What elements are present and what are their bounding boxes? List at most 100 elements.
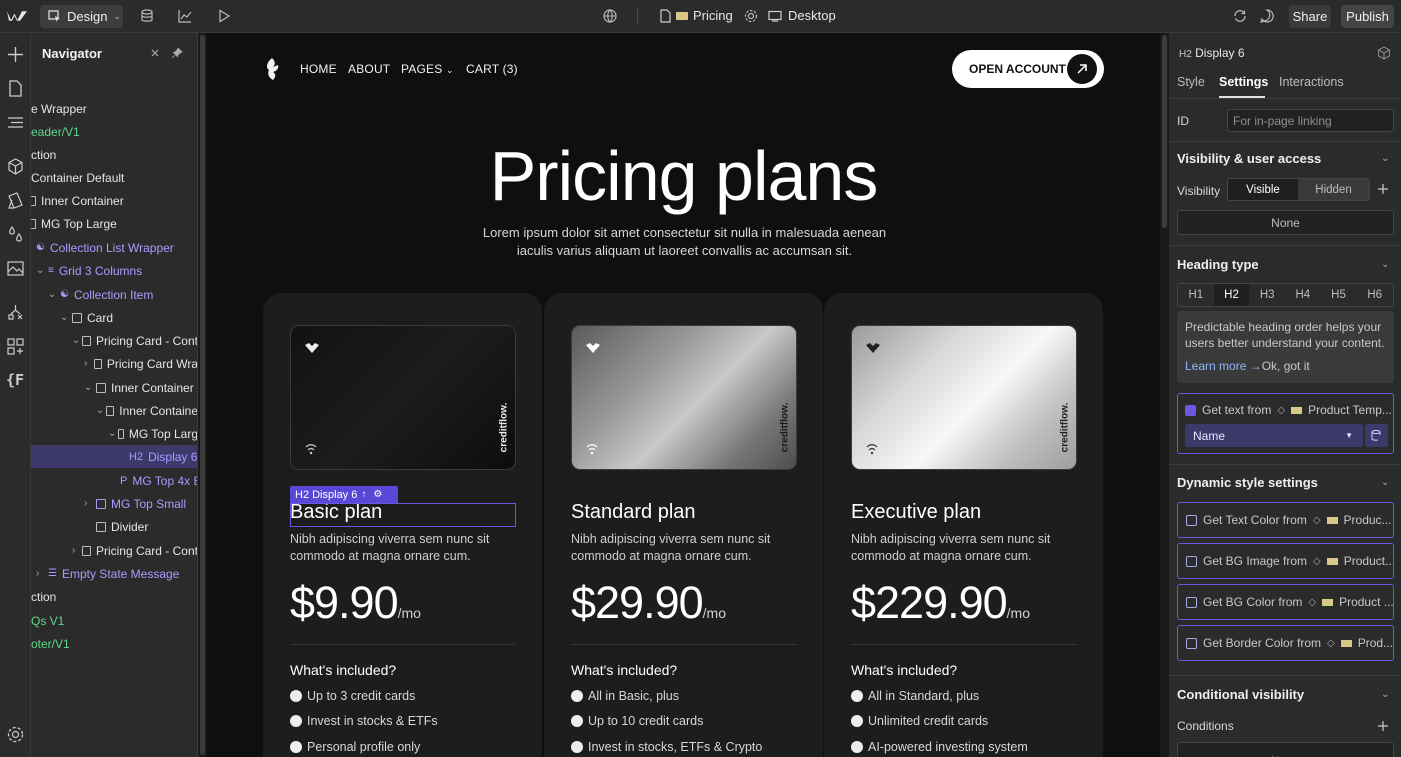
tree-item[interactable]: › MG Top Small <box>31 492 197 515</box>
element-settings-gear-icon[interactable]: ⚙ <box>373 489 382 500</box>
chevron-right-icon[interactable]: › <box>36 568 46 579</box>
checkbox-icon[interactable] <box>1186 514 1197 526</box>
chevron-down-icon[interactable]: ⌄ <box>96 405 104 416</box>
tree-item[interactable]: ction <box>31 585 197 608</box>
variables-braces-icon[interactable]: {F <box>6 371 24 389</box>
chevron-down-icon[interactable]: ⌄ <box>1381 477 1389 488</box>
tree-item[interactable]: oter/V1 <box>31 632 197 655</box>
heading-h1[interactable]: H1 <box>1178 284 1214 306</box>
logic-flow-icon[interactable] <box>6 303 25 322</box>
tree-item[interactable]: ⌄ ≡ Grid 3 Columns <box>31 259 197 282</box>
tree-item[interactable]: ⌄ MG Top Larg <box>31 422 197 445</box>
visibility-toggle[interactable]: Visible Hidden <box>1227 178 1370 201</box>
add-plus-icon[interactable] <box>1377 183 1389 195</box>
dynamic-bg-color-option[interactable]: Get BG Color from ◇ Product ... <box>1177 584 1394 620</box>
tree-item[interactable]: ⌄ Inner Containe <box>31 399 197 422</box>
tab-settings[interactable]: Settings <box>1219 75 1268 89</box>
settings-gear-icon[interactable] <box>6 725 25 744</box>
globe-icon[interactable] <box>602 8 618 24</box>
visibility-none-field[interactable]: None <box>1177 210 1394 235</box>
cms-database-icon[interactable] <box>139 8 155 24</box>
preview-play-icon[interactable] <box>216 8 232 24</box>
dynamic-text-color-option[interactable]: Get Text Color from ◇ Produc... <box>1177 502 1394 538</box>
learn-more-link[interactable]: Learn more → <box>1185 359 1262 373</box>
tree-item[interactable]: ⌄ Pricing Card - Cont <box>31 329 197 352</box>
chevron-down-icon[interactable]: ⌄ <box>84 382 94 393</box>
ok-got-it-button[interactable]: Ok, got it <box>1262 359 1310 373</box>
design-canvas[interactable]: HOME ABOUT PAGES ⌄ CART (3) OPEN ACCOUNT… <box>207 33 1160 757</box>
conditional-visibility-section-title[interactable]: Conditional visibility <box>1177 687 1304 702</box>
heading-h4[interactable]: H4 <box>1285 284 1321 306</box>
navigator-scrollbar[interactable] <box>198 33 207 757</box>
tree-item[interactable]: MG Top Large <box>31 212 197 235</box>
chevron-down-icon[interactable]: ⌄ <box>1381 153 1389 164</box>
undo-redo-icon[interactable] <box>1232 8 1248 24</box>
tree-item[interactable]: eader/V1 <box>31 120 197 143</box>
tree-item[interactable]: ction <box>31 143 197 166</box>
webflow-logo-icon[interactable] <box>6 8 28 25</box>
chevron-right-icon[interactable]: › <box>84 498 94 509</box>
select-parent-arrow-icon[interactable]: ↑ <box>361 489 366 500</box>
chevron-right-icon[interactable]: › <box>84 358 92 369</box>
pricing-card[interactable]: creditflow. Standard plan Nibh adipiscin… <box>544 293 823 757</box>
tree-item[interactable]: Divider <box>31 515 197 538</box>
unlink-cms-icon[interactable] <box>1365 424 1388 447</box>
tree-item[interactable]: Qs V1 <box>31 609 197 632</box>
nav-about[interactable]: ABOUT <box>348 62 390 76</box>
heading-h3[interactable]: H3 <box>1249 284 1285 306</box>
chevron-right-icon[interactable]: › <box>72 545 80 556</box>
get-text-from-row[interactable]: Get text from ◇ Product Temp... <box>1185 403 1392 417</box>
pin-icon[interactable] <box>171 47 183 59</box>
tree-item[interactable]: › Pricing Card - Cont <box>31 539 197 562</box>
checkbox-icon[interactable] <box>1186 555 1197 567</box>
tree-item[interactable]: › Pricing Card Wra <box>31 352 197 375</box>
page-selector[interactable]: Pricing <box>660 8 758 23</box>
site-logo-icon[interactable] <box>262 57 282 81</box>
plan-name[interactable]: Standard plan <box>571 501 696 524</box>
dynamic-bg-image-option[interactable]: Get BG Image from ◇ Product... <box>1177 543 1394 579</box>
heading-h5[interactable]: H5 <box>1321 284 1357 306</box>
plan-name[interactable]: Executive plan <box>851 501 981 524</box>
tab-style[interactable]: Style <box>1177 75 1205 89</box>
variables-drops-icon[interactable] <box>6 225 25 244</box>
nav-pages[interactable]: PAGES ⌄ <box>401 62 454 76</box>
canvas-scrollbar[interactable] <box>1160 33 1169 757</box>
chevron-down-icon[interactable]: ⌄ <box>48 289 58 300</box>
chevron-down-icon[interactable]: ⌄ <box>72 335 80 346</box>
apps-icon[interactable] <box>6 337 25 356</box>
pages-icon[interactable] <box>6 79 25 98</box>
publish-button[interactable]: Publish <box>1341 5 1394 28</box>
chevron-down-icon[interactable]: ⌄ <box>36 265 46 276</box>
add-condition-plus-icon[interactable] <box>1377 720 1389 732</box>
tree-item-selected[interactable]: H2 Display 6 <box>31 445 197 468</box>
heading-h6[interactable]: H6 <box>1356 284 1393 306</box>
checkbox-checked-icon[interactable] <box>1185 404 1196 416</box>
chevron-down-icon[interactable]: ⌄ <box>60 312 70 323</box>
tree-item[interactable]: › ☰ Empty State Message <box>31 562 197 585</box>
checkbox-icon[interactable] <box>1186 596 1197 608</box>
comments-icon[interactable] <box>1259 8 1275 24</box>
breakpoint-selector[interactable]: Desktop <box>768 8 836 23</box>
chevron-down-icon[interactable]: ⌄ <box>1381 689 1389 700</box>
close-icon[interactable] <box>149 47 161 59</box>
tab-interactions[interactable]: Interactions <box>1279 75 1344 89</box>
nav-home[interactable]: HOME <box>300 62 337 76</box>
heading-level-selector[interactable]: H1 H2 H3 H4 H5 H6 <box>1177 283 1394 307</box>
nav-cart[interactable]: CART (3) <box>466 62 518 76</box>
field-select[interactable]: Name ▼ <box>1185 424 1363 447</box>
visible-option[interactable]: Visible <box>1228 179 1298 200</box>
tree-item[interactable]: ⌄ Card <box>31 306 197 329</box>
component-cube-icon[interactable] <box>1377 46 1391 60</box>
tree-item[interactable]: P MG Top 4x E <box>31 469 197 492</box>
conditions-none-field[interactable]: None <box>1177 742 1394 757</box>
heading-type-section-title[interactable]: Heading type <box>1177 257 1259 272</box>
tree-item[interactable]: Container Default <box>31 166 197 189</box>
chevron-down-icon[interactable]: ⌄ <box>108 428 116 439</box>
tree-item[interactable]: Inner Container <box>31 189 197 212</box>
assets-image-icon[interactable] <box>6 259 25 278</box>
id-input[interactable]: For in-page linking <box>1227 109 1394 132</box>
dynamic-border-color-option[interactable]: Get Border Color from ◇ Prod... <box>1177 625 1394 661</box>
open-account-button[interactable]: OPEN ACCOUNT <box>952 50 1104 88</box>
analytics-icon[interactable] <box>177 8 193 24</box>
pricing-card[interactable]: creditflow. Executive plan Nibh adipisci… <box>824 293 1103 757</box>
